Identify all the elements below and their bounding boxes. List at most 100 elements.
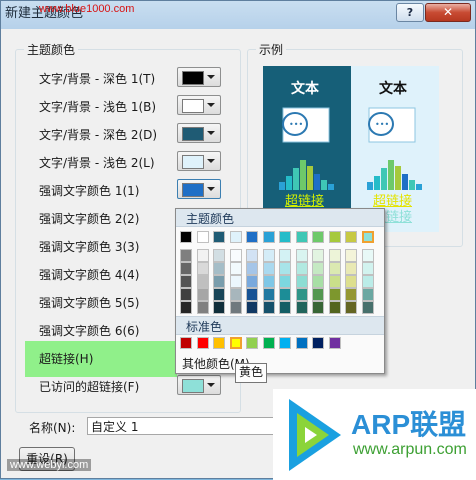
theme-color-shade-swatch[interactable] (262, 301, 275, 314)
theme-color-shade-swatch[interactable] (279, 275, 291, 288)
standard-color-swatch[interactable] (246, 337, 258, 349)
theme-color-shade-swatch[interactable] (229, 249, 242, 262)
theme-color-shade-swatch[interactable] (279, 301, 291, 314)
standard-color-swatch[interactable] (312, 337, 324, 349)
theme-color-shade-swatch[interactable] (229, 262, 242, 275)
theme-color-shade-swatch[interactable] (180, 275, 192, 288)
theme-color-swatch[interactable] (213, 231, 225, 243)
theme-color-swatch[interactable] (328, 231, 341, 243)
color-swatch (182, 71, 204, 85)
theme-color-shade-swatch[interactable] (196, 249, 209, 262)
theme-color-shade-swatch[interactable] (196, 262, 209, 275)
theme-color-shade-swatch[interactable] (361, 301, 374, 314)
theme-color-shade-swatch[interactable] (361, 262, 374, 275)
color-dropdown-button[interactable] (177, 95, 221, 115)
theme-color-shade-swatch[interactable] (262, 288, 275, 301)
theme-color-shade-swatch[interactable] (312, 301, 324, 314)
theme-color-shade-swatch[interactable] (213, 288, 225, 301)
theme-color-shade-swatch[interactable] (246, 301, 258, 314)
theme-color-shade-swatch[interactable] (361, 288, 374, 301)
standard-color-swatch[interactable] (295, 337, 308, 349)
theme-color-shade-swatch[interactable] (328, 275, 341, 288)
theme-color-swatch[interactable] (279, 231, 291, 243)
theme-color-shade-swatch[interactable] (246, 288, 258, 301)
theme-color-shade-swatch[interactable] (213, 249, 225, 262)
theme-color-shade-swatch[interactable] (213, 275, 225, 288)
theme-color-shade-swatch[interactable] (295, 249, 308, 262)
theme-color-shade-swatch[interactable] (345, 301, 357, 314)
theme-color-shade-swatch[interactable] (295, 275, 308, 288)
theme-color-swatch[interactable] (345, 231, 357, 243)
theme-color-shade-swatch[interactable] (262, 275, 275, 288)
standard-color-swatch[interactable] (213, 337, 225, 349)
theme-color-shade-swatch[interactable] (196, 288, 209, 301)
theme-color-shade-swatch[interactable] (295, 288, 308, 301)
theme-color-shade-swatch[interactable] (295, 262, 308, 275)
theme-color-shade-swatch[interactable] (262, 262, 275, 275)
histogram-bar (402, 174, 408, 190)
theme-color-shade-swatch[interactable] (246, 262, 258, 275)
theme-color-shade-swatch[interactable] (345, 262, 357, 275)
theme-color-shade-swatch[interactable] (180, 249, 192, 262)
color-dropdown-button[interactable] (177, 151, 221, 171)
title-bar[interactable]: 新建主题颜色 www.blue1000.com ? ✕ (1, 1, 475, 29)
theme-color-shade-swatch[interactable] (328, 288, 341, 301)
theme-color-shade-swatch[interactable] (180, 262, 192, 275)
standard-color-swatch[interactable] (196, 337, 209, 349)
color-swatch (182, 127, 204, 141)
theme-color-shade-swatch[interactable] (180, 288, 192, 301)
theme-color-shade-swatch[interactable] (279, 288, 291, 301)
theme-color-shade-swatch[interactable] (229, 301, 242, 314)
theme-color-shade-swatch[interactable] (328, 301, 341, 314)
standard-color-swatch[interactable] (262, 337, 275, 349)
theme-color-swatch[interactable] (180, 231, 192, 243)
sample-link-dark[interactable]: 超链接 (285, 190, 324, 209)
color-dropdown-button[interactable] (177, 375, 221, 395)
standard-color-swatch[interactable] (229, 337, 242, 349)
theme-color-shade-swatch[interactable] (246, 275, 258, 288)
theme-color-shade-swatch[interactable] (312, 249, 324, 262)
theme-color-swatch[interactable] (246, 231, 258, 243)
theme-color-shade-swatch[interactable] (312, 275, 324, 288)
theme-color-shade-swatch[interactable] (196, 275, 209, 288)
color-dropdown-button[interactable] (177, 67, 221, 87)
chevron-down-icon (207, 187, 215, 191)
theme-color-swatch[interactable] (196, 231, 209, 243)
color-dropdown-button[interactable] (177, 123, 221, 143)
histogram-bar (321, 180, 327, 190)
name-input[interactable]: 自定义 1 (87, 417, 277, 435)
theme-color-shade-swatch[interactable] (361, 249, 374, 262)
theme-color-shade-swatch[interactable] (262, 249, 275, 262)
histogram-bar (286, 176, 292, 190)
theme-color-shade-swatch[interactable] (213, 301, 225, 314)
theme-color-shade-swatch[interactable] (361, 275, 374, 288)
color-dropdown-button[interactable] (177, 179, 221, 199)
theme-color-swatch[interactable] (361, 231, 374, 243)
theme-color-shade-swatch[interactable] (312, 262, 324, 275)
theme-color-shade-swatch[interactable] (328, 249, 341, 262)
theme-color-shade-swatch[interactable] (229, 288, 242, 301)
help-button[interactable]: ? (396, 3, 424, 22)
close-button[interactable]: ✕ (425, 3, 471, 22)
theme-color-shade-swatch[interactable] (196, 301, 209, 314)
theme-color-label: 强调文字颜色 3(3) (39, 240, 140, 254)
theme-color-shade-swatch[interactable] (279, 262, 291, 275)
theme-color-shade-swatch[interactable] (180, 301, 192, 314)
standard-color-swatch[interactable] (328, 337, 341, 349)
theme-color-shade-swatch[interactable] (213, 262, 225, 275)
theme-color-swatch[interactable] (229, 231, 242, 243)
theme-color-shade-swatch[interactable] (328, 262, 341, 275)
theme-color-shade-swatch[interactable] (345, 249, 357, 262)
theme-color-swatch[interactable] (295, 231, 308, 243)
theme-color-shade-swatch[interactable] (295, 301, 308, 314)
theme-color-shade-swatch[interactable] (345, 275, 357, 288)
theme-color-shade-swatch[interactable] (279, 249, 291, 262)
theme-color-shade-swatch[interactable] (345, 288, 357, 301)
theme-color-swatch[interactable] (262, 231, 275, 243)
standard-color-swatch[interactable] (279, 337, 291, 349)
theme-color-swatch[interactable] (312, 231, 324, 243)
theme-color-shade-swatch[interactable] (246, 249, 258, 262)
theme-color-shade-swatch[interactable] (229, 275, 242, 288)
theme-color-shade-swatch[interactable] (312, 288, 324, 301)
standard-color-swatch[interactable] (180, 337, 192, 349)
